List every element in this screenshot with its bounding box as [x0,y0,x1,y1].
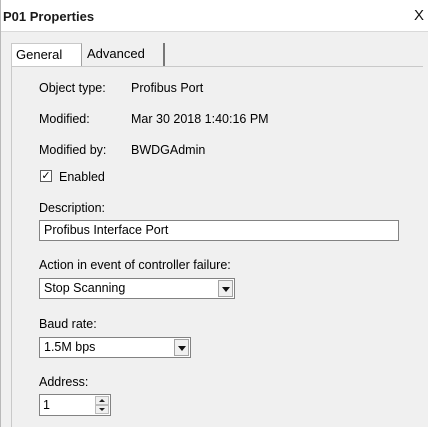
description-field[interactable]: Profibus Interface Port [39,220,399,241]
close-icon[interactable]: X [411,8,427,24]
address-stepper[interactable]: 1 [39,394,111,416]
address-value: 1 [43,398,50,412]
properties-dialog: P01 Properties X General Advanced Object… [0,0,428,427]
enabled-label: Enabled [59,170,105,184]
modified-by-label: Modified by: [39,143,107,157]
chevron-down-icon[interactable] [174,339,189,356]
controller-failure-label: Action in event of controller failure: [39,258,231,272]
title-bar: P01 Properties X [1,0,428,32]
enabled-checkbox[interactable]: ✓ [40,170,52,182]
baud-rate-value: 1.5M bps [44,340,96,354]
tab-advanced[interactable]: Advanced [83,43,165,66]
checkmark-icon: ✓ [41,170,51,182]
tab-general[interactable]: General [11,43,82,66]
spin-down-icon[interactable] [95,405,109,414]
spin-up-icon[interactable] [95,396,109,405]
modified-by-value: BWDGAdmin [131,143,206,157]
object-type-label: Object type: [39,81,106,95]
baud-rate-label: Baud rate: [39,317,97,331]
dialog-title: P01 Properties [3,9,95,24]
modified-label: Modified: [39,112,90,126]
baud-rate-select[interactable]: 1.5M bps [39,337,191,358]
controller-failure-select[interactable]: Stop Scanning [39,278,235,299]
chevron-down-icon[interactable] [218,280,233,297]
modified-value: Mar 30 2018 1:40:16 PM [131,112,269,126]
controller-failure-value: Stop Scanning [44,281,126,295]
address-label: Address: [39,375,89,389]
description-label: Description: [39,201,105,215]
object-type-value: Profibus Port [131,81,204,95]
